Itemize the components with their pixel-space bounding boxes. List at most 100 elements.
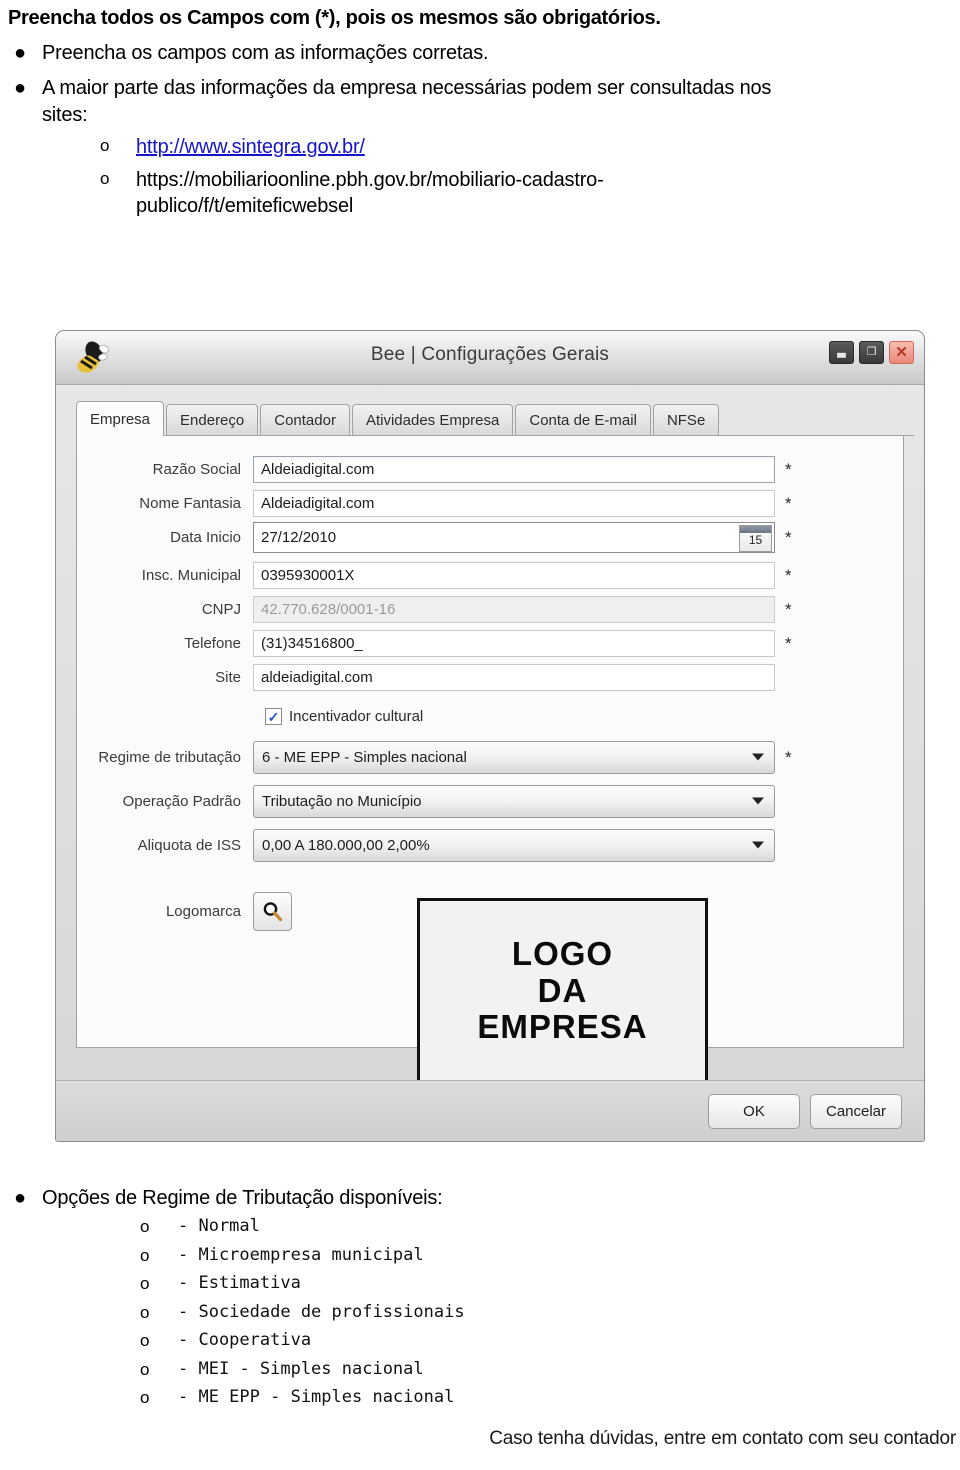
required-marker: * [785,493,792,513]
field-label: CNPJ [201,600,241,618]
regime-option: - ME EPP - Simples nacional [178,1387,455,1408]
minimize-button[interactable]: ▃ [829,341,854,364]
field-regime-tributacao: Regime de tributação 6 - ME EPP - Simple… [77,740,792,774]
regime-options-section: ● Opções de Regime de Tributação disponí… [0,1176,960,1411]
tab-bar: Empresa Endereço Contador Atividades Emp… [76,401,914,436]
aliquota-iss-value: 0,00 A 180.000,00 2,00% [262,836,430,854]
window-title: Bee | Configurações Gerais [370,344,610,365]
list-item: o - Normal [0,1214,960,1240]
logomarca-browse-button[interactable] [253,891,292,931]
instructions-section: Preencha todos os Campos com (*), pois o… [0,0,960,219]
options-heading: Opções de Regime de Tributação disponíve… [42,1187,443,1209]
empresa-tab-panel: Razão Social Aldeiadigital.com * Nome Fa… [76,436,904,1084]
field-data-inicio: Data Inicio 27/12/2010 15 * [77,521,792,553]
tab-label: Empresa [90,410,151,428]
sub-bullet-icon: o [100,136,110,156]
tab-empresa[interactable]: Empresa [76,401,165,436]
cancel-button[interactable]: Cancelar [810,1093,902,1129]
field-razao-social: Razão Social Aldeiadigital.com * [77,454,792,484]
list-item: o - Sociedade de profissionais [0,1300,960,1326]
restore-button[interactable]: ❐ [859,341,884,364]
incentivador-cultural-label: Incentivador cultural [289,708,424,725]
calendar-day-label: 15 [748,533,763,547]
required-marker: * [785,633,792,653]
close-icon: ✕ [895,344,908,361]
regime-option: - Estimativa [178,1273,301,1294]
sub-bullet-icon: o [100,168,110,188]
tab-label: NFSe [666,411,706,429]
field-label: Site [215,668,241,686]
restore-icon: ❐ [866,346,877,358]
aliquota-iss-select[interactable]: 0,00 A 180.000,00 2,00% [253,828,775,862]
required-marker: * [785,459,792,479]
field-operacao-padrao: Operação Padrão Tributação no Município [77,784,775,818]
page-title: Preencha todos os Campos com (*), pois o… [8,7,661,29]
regime-tributacao-select[interactable]: 6 - ME EPP - Simples nacional [253,740,775,774]
regime-tributacao-value: 6 - ME EPP - Simples nacional [262,748,467,766]
chevron-down-icon [752,753,764,761]
regime-option: - Sociedade de profissionais [178,1301,465,1322]
calendar-icon [740,525,771,533]
insc-municipal-input[interactable]: 0395930001X [253,561,775,589]
tab-label: Endereço [180,411,245,429]
field-label: Data Inicio [170,528,241,546]
razao-social-input[interactable]: Aldeiadigital.com [253,455,775,483]
tab-atividades-empresa[interactable]: Atividades Empresa [351,404,514,435]
data-inicio-input[interactable]: 27/12/2010 15 [253,521,775,553]
ok-button[interactable]: OK [708,1093,800,1129]
dialog-footer: OK Cancelar [56,1080,924,1141]
field-aliquota-iss: Aliquota de ISS 0,00 A 180.000,00 2,00% [77,828,775,862]
tab-label: Contador [274,411,336,429]
bullet-text: A maior parte das informações da empresa… [42,77,772,126]
window-controls: ▃ ❐ ✕ [829,341,914,364]
field-label: Insc. Municipal [141,566,241,584]
field-label: Logomarca [165,902,241,920]
site-input[interactable]: aldeiadigital.com [253,663,775,691]
list-item: o - Microempresa municipal [0,1243,960,1269]
operacao-padrao-select[interactable]: Tributação no Município [253,784,775,818]
tab-contador[interactable]: Contador [260,404,350,435]
incentivador-cultural-row: ✓ Incentivador cultural [265,708,423,725]
data-inicio-value: 27/12/2010 [261,528,337,546]
telefone-input[interactable]: (31)34516800_ [253,629,775,657]
tab-conta-de-email[interactable]: Conta de E-mail [515,404,651,435]
field-logomarca: Logomarca [77,891,292,931]
mobiliario-url-text: https://mobiliarioonline.pbh.gov.br/mobi… [136,168,604,217]
list-item: ● A maior parte das informações da empre… [0,75,960,128]
required-marker: * [785,527,792,547]
regime-option: - MEI - Simples nacional [178,1358,424,1379]
tab-endereco[interactable]: Endereço [166,404,259,435]
nome-fantasia-input[interactable]: Aldeiadigital.com [253,489,775,517]
sintegra-link[interactable]: http://www.sintegra.gov.br/ [136,134,365,160]
field-nome-fantasia: Nome Fantasia Aldeiadigital.com * [77,488,792,518]
list-item: o https://mobiliarioonline.pbh.gov.br/mo… [0,167,960,220]
incentivador-cultural-checkbox[interactable]: ✓ [265,708,282,725]
logo-preview: LOGO DA EMPRESA [417,898,708,1084]
tab-label: Conta de E-mail [529,411,637,429]
list-item: o - MEI - Simples nacional [0,1357,960,1383]
regime-option: - Cooperativa [178,1330,312,1351]
sub-bullet-icon: o [140,1274,150,1294]
bullet-icon: ● [14,1187,27,1209]
chevron-down-icon [752,841,764,849]
field-telefone: Telefone (31)34516800_ * [77,628,792,658]
magnifier-icon [263,901,283,921]
field-cnpj: CNPJ 42.770.628/0001-16 * [77,594,792,624]
list-item: o - Estimativa [0,1271,960,1297]
field-label: Aliquota de ISS [137,836,241,854]
tab-nfse[interactable]: NFSe [652,404,720,435]
regime-option: - Microempresa municipal [178,1244,424,1265]
field-label: Telefone [184,634,241,652]
logo-preview-line: LOGO [511,935,614,973]
window-titlebar: Bee | Configurações Gerais ▃ ❐ ✕ [56,331,924,385]
cnpj-input: 42.770.628/0001-16 [253,595,775,623]
close-button[interactable]: ✕ [889,341,914,364]
calendar-picker-button[interactable]: 15 [739,524,772,552]
sub-bullet-icon: o [140,1245,150,1265]
sub-bullet-icon: o [140,1331,150,1351]
tab-label: Atividades Empresa [365,411,500,429]
bullet-icon: ● [14,42,27,64]
chevron-down-icon [752,797,764,805]
field-insc-municipal: Insc. Municipal 0395930001X * [77,560,792,590]
required-marker: * [785,599,792,619]
